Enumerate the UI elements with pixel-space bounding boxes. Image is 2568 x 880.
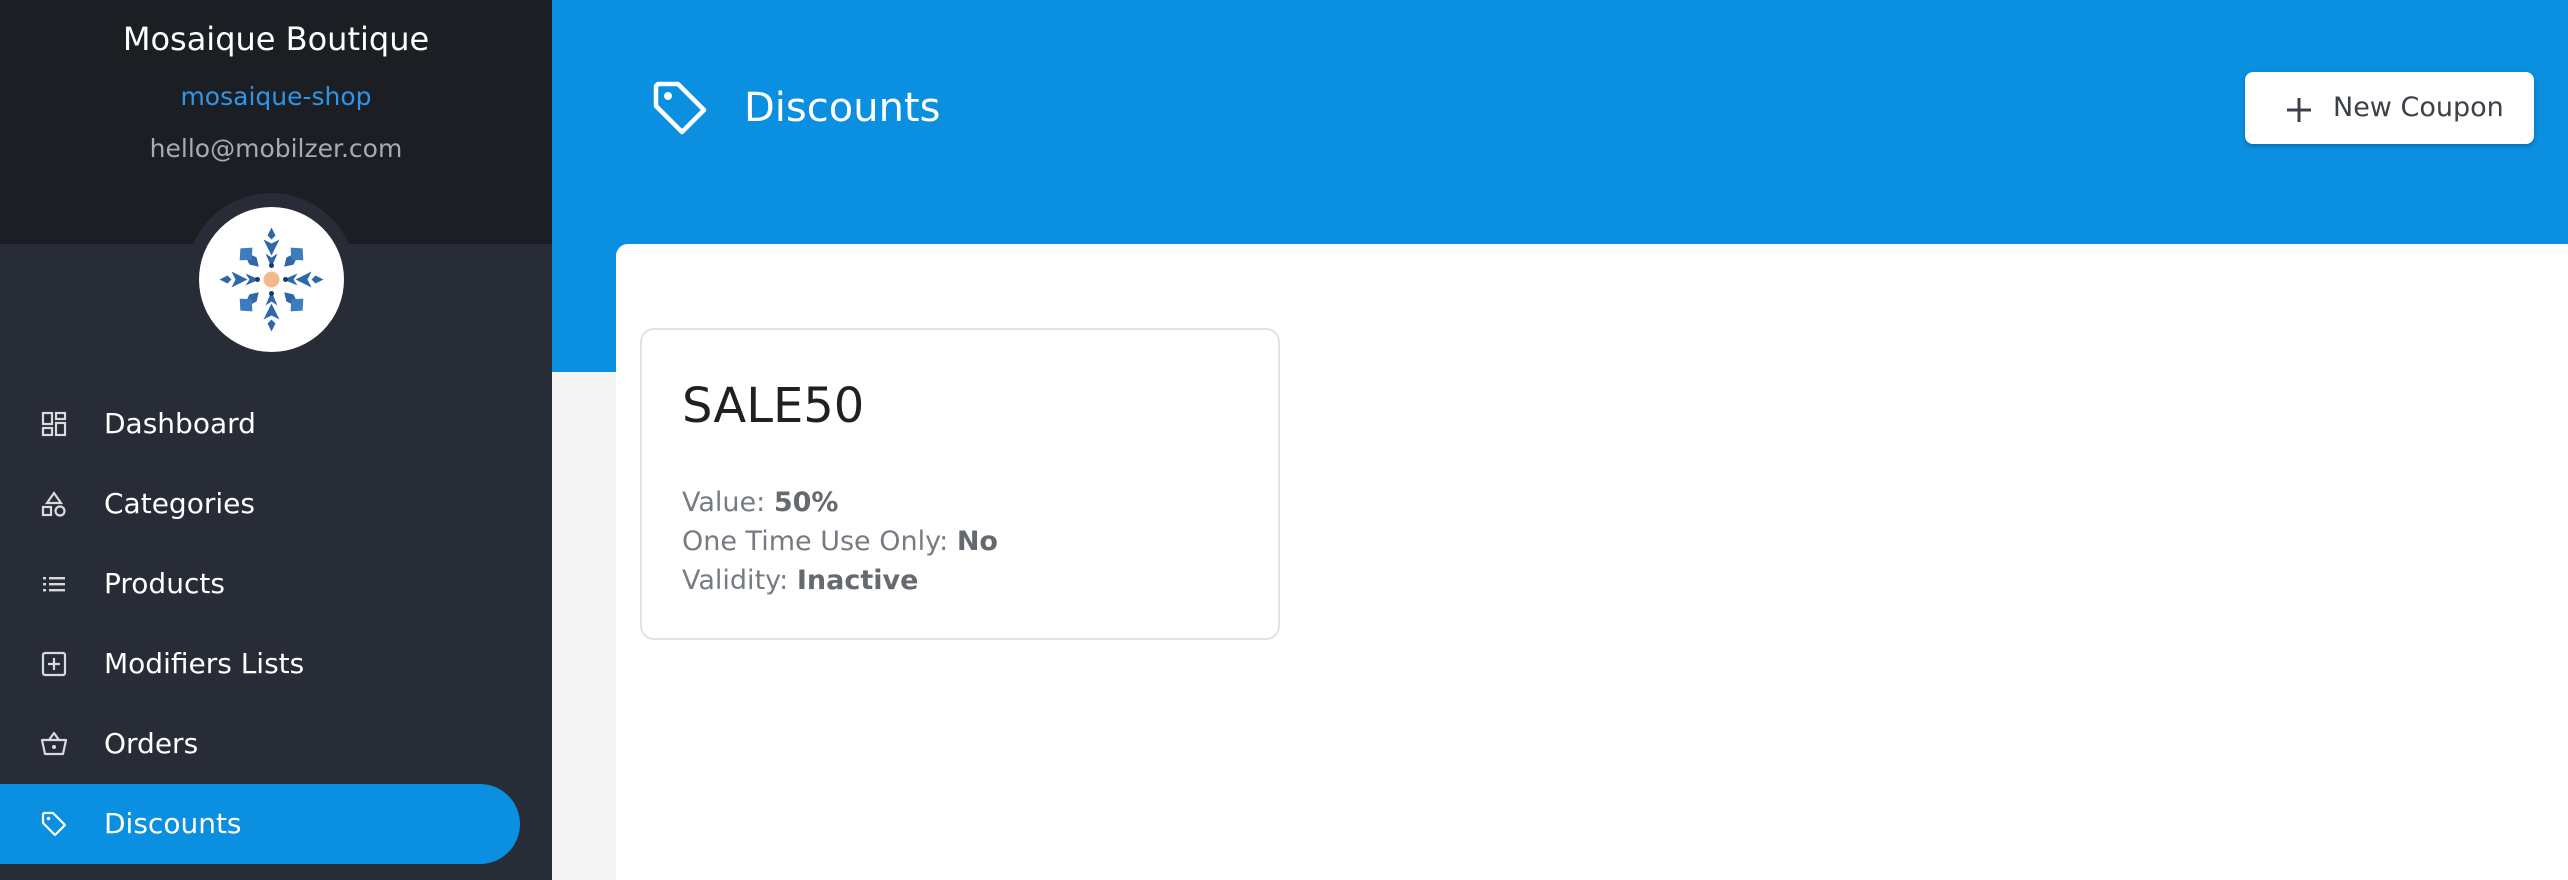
plus-icon: [2287, 98, 2311, 122]
shapes-icon: [41, 491, 66, 517]
coupon-value-label: Value:: [682, 487, 766, 518]
coupon-one-time-text: No: [956, 526, 998, 557]
sidebar-item-modifiers-lists[interactable]: Modifiers Lists: [0, 624, 520, 704]
coupon-validity: Validity: Inactive: [682, 562, 918, 600]
sidebar-item-categories[interactable]: Categories: [0, 464, 520, 544]
coupon-value: Value: 50%: [682, 484, 838, 522]
shop-logo: [199, 207, 344, 352]
coupon-card[interactable]: SALE50 Value: 50% One Time Use Only: No …: [640, 328, 1280, 640]
shop-email: hello@mobilzer.com: [149, 134, 403, 163]
list-icon: [43, 577, 65, 592]
sidebar-item-dashboard[interactable]: Dashboard: [0, 384, 520, 464]
coupon-one-time-label: One Time Use Only:: [682, 526, 949, 557]
sidebar-item-label: Categories: [104, 487, 255, 520]
sidebar-item-label: Modifiers Lists: [104, 647, 305, 680]
coupon-value-text: 50%: [773, 487, 839, 518]
sidebar-item-products[interactable]: Products: [0, 544, 520, 624]
new-coupon-label: New Coupon: [2333, 92, 2504, 123]
sidebar-item-discounts[interactable]: Discounts: [0, 784, 520, 864]
shop-slug[interactable]: mosaique-shop: [0, 82, 552, 111]
plus-box-icon: [41, 651, 67, 677]
sidebar-item-label: Discounts: [104, 807, 242, 840]
dashboard-grid-icon: [41, 411, 67, 437]
new-coupon-button[interactable]: New Coupon: [2245, 72, 2534, 144]
coupon-code: SALE50: [682, 378, 865, 434]
page-title: Discounts: [744, 85, 941, 131]
tag-icon: [653, 81, 707, 135]
sidebar-item-label: Dashboard: [104, 407, 256, 440]
sidebar-item-orders[interactable]: Orders: [0, 704, 520, 784]
sidebar-item-label: Products: [104, 567, 225, 600]
tag-icon: [41, 811, 67, 837]
sidebar: Mosaique Boutique mosaique-shop hello@mo…: [0, 0, 552, 880]
mosaic-snowflake-logo: [219, 227, 324, 332]
coupon-validity-text: Inactive: [796, 565, 919, 596]
sidebar-item-label: Orders: [104, 727, 199, 760]
coupon-one-time: One Time Use Only: No: [682, 523, 998, 561]
coupon-validity-label: Validity:: [682, 565, 789, 596]
shop-name: Mosaique Boutique: [122, 20, 430, 58]
basket-icon: [40, 731, 68, 756]
